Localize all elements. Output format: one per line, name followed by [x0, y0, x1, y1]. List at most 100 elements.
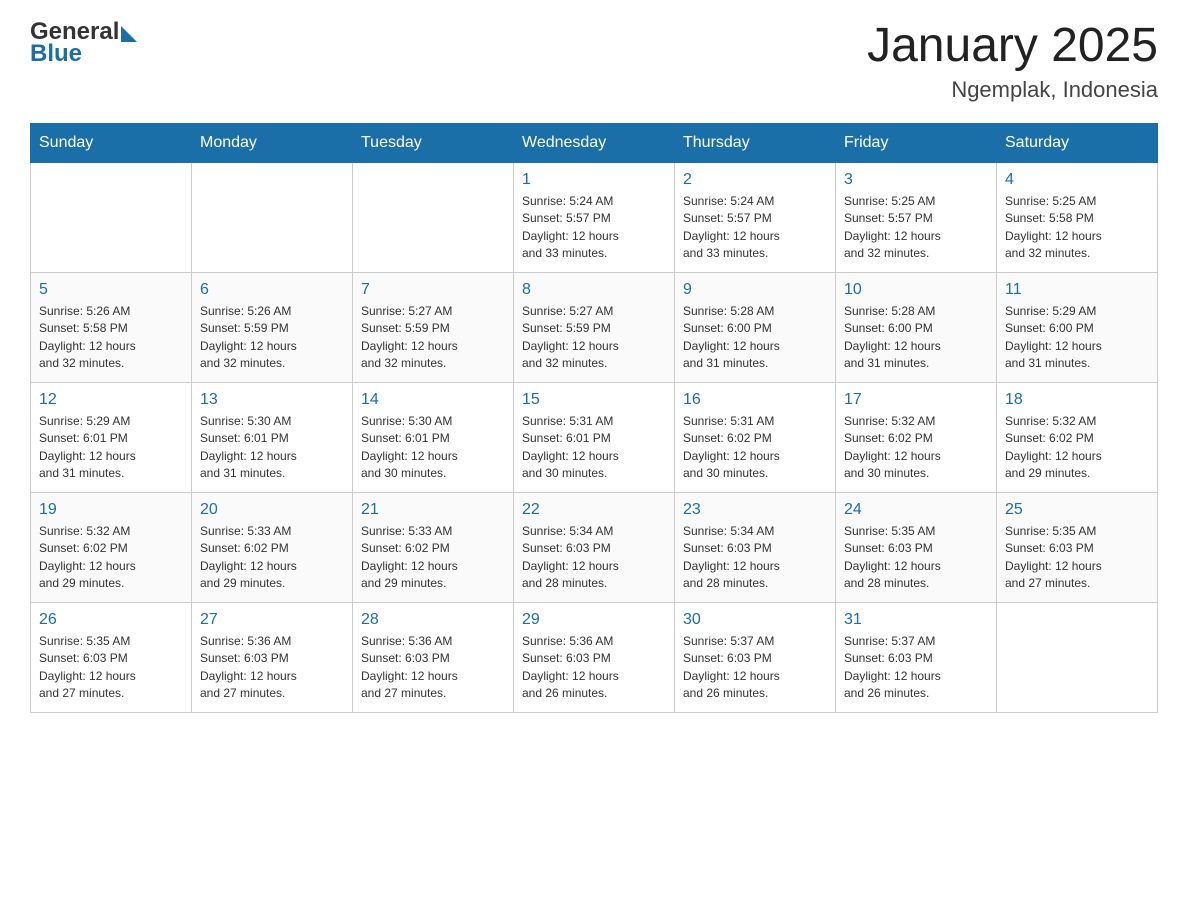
calendar-day-cell: 14 Sunrise: 5:30 AM Sunset: 6:01 PM Dayli…	[353, 382, 514, 492]
day-number: 6	[200, 281, 344, 299]
day-info: Sunrise: 5:26 AM Sunset: 5:59 PM Dayligh…	[200, 303, 344, 373]
day-number: 15	[522, 391, 666, 409]
calendar-week-row: 5 Sunrise: 5:26 AM Sunset: 5:58 PM Daylig…	[31, 272, 1158, 382]
calendar-day-cell: 18 Sunrise: 5:32 AM Sunset: 6:02 PM Dayli…	[997, 382, 1158, 492]
day-info: Sunrise: 5:35 AM Sunset: 6:03 PM Dayligh…	[1005, 523, 1149, 593]
day-number: 22	[522, 501, 666, 519]
calendar-day-cell: 1 Sunrise: 5:24 AM Sunset: 5:57 PM Daylig…	[514, 162, 675, 272]
day-number: 1	[522, 171, 666, 189]
day-info: Sunrise: 5:32 AM Sunset: 6:02 PM Dayligh…	[844, 413, 988, 483]
day-info: Sunrise: 5:25 AM Sunset: 5:58 PM Dayligh…	[1005, 193, 1149, 263]
day-of-week-header: Thursday	[675, 123, 836, 162]
calendar-week-row: 26 Sunrise: 5:35 AM Sunset: 6:03 PM Dayli…	[31, 602, 1158, 712]
calendar-day-cell: 30 Sunrise: 5:37 AM Sunset: 6:03 PM Dayli…	[675, 602, 836, 712]
day-of-week-header: Saturday	[997, 123, 1158, 162]
day-info: Sunrise: 5:32 AM Sunset: 6:02 PM Dayligh…	[1005, 413, 1149, 483]
calendar-day-cell: 4 Sunrise: 5:25 AM Sunset: 5:58 PM Daylig…	[997, 162, 1158, 272]
calendar-day-cell: 23 Sunrise: 5:34 AM Sunset: 6:03 PM Dayli…	[675, 492, 836, 602]
day-number: 21	[361, 501, 505, 519]
day-info: Sunrise: 5:30 AM Sunset: 6:01 PM Dayligh…	[200, 413, 344, 483]
day-number: 30	[683, 611, 827, 629]
calendar-day-cell: 13 Sunrise: 5:30 AM Sunset: 6:01 PM Dayli…	[192, 382, 353, 492]
calendar-day-cell	[997, 602, 1158, 712]
day-number: 5	[39, 281, 183, 299]
calendar-day-cell: 26 Sunrise: 5:35 AM Sunset: 6:03 PM Dayli…	[31, 602, 192, 712]
calendar-day-cell: 3 Sunrise: 5:25 AM Sunset: 5:57 PM Daylig…	[836, 162, 997, 272]
day-info: Sunrise: 5:32 AM Sunset: 6:02 PM Dayligh…	[39, 523, 183, 593]
header: General Blue January 2025 Ngemplak, Indo…	[30, 20, 1158, 103]
day-info: Sunrise: 5:31 AM Sunset: 6:01 PM Dayligh…	[522, 413, 666, 483]
day-info: Sunrise: 5:36 AM Sunset: 6:03 PM Dayligh…	[200, 633, 344, 703]
day-info: Sunrise: 5:27 AM Sunset: 5:59 PM Dayligh…	[361, 303, 505, 373]
day-number: 19	[39, 501, 183, 519]
day-info: Sunrise: 5:26 AM Sunset: 5:58 PM Dayligh…	[39, 303, 183, 373]
day-info: Sunrise: 5:37 AM Sunset: 6:03 PM Dayligh…	[683, 633, 827, 703]
day-info: Sunrise: 5:25 AM Sunset: 5:57 PM Dayligh…	[844, 193, 988, 263]
calendar-title: January 2025	[867, 20, 1158, 73]
calendar-subtitle: Ngemplak, Indonesia	[867, 77, 1158, 103]
calendar-day-cell: 11 Sunrise: 5:29 AM Sunset: 6:00 PM Dayli…	[997, 272, 1158, 382]
calendar-day-cell: 24 Sunrise: 5:35 AM Sunset: 6:03 PM Dayli…	[836, 492, 997, 602]
calendar-day-cell: 2 Sunrise: 5:24 AM Sunset: 5:57 PM Daylig…	[675, 162, 836, 272]
calendar-day-cell: 20Sunrise: 5:33 AM Sunset: 6:02 PM Dayli…	[192, 492, 353, 602]
calendar-day-cell: 28Sunrise: 5:36 AM Sunset: 6:03 PM Dayli…	[353, 602, 514, 712]
day-number: 7	[361, 281, 505, 299]
day-number: 11	[1005, 281, 1149, 299]
day-number: 24	[844, 501, 988, 519]
day-of-week-header: Tuesday	[353, 123, 514, 162]
calendar-table: SundayMondayTuesdayWednesdayThursdayFrid…	[30, 123, 1158, 713]
day-number: 31	[844, 611, 988, 629]
day-info: Sunrise: 5:35 AM Sunset: 6:03 PM Dayligh…	[39, 633, 183, 703]
calendar-day-cell: 16 Sunrise: 5:31 AM Sunset: 6:02 PM Dayli…	[675, 382, 836, 492]
calendar-day-cell	[192, 162, 353, 272]
calendar-day-cell: 27 Sunrise: 5:36 AM Sunset: 6:03 PM Dayli…	[192, 602, 353, 712]
day-number: 14	[361, 391, 505, 409]
calendar-day-cell: 8Sunrise: 5:27 AM Sunset: 5:59 PM Daylig…	[514, 272, 675, 382]
calendar-week-row: 19 Sunrise: 5:32 AM Sunset: 6:02 PM Dayli…	[31, 492, 1158, 602]
day-of-week-header: Monday	[192, 123, 353, 162]
day-info: Sunrise: 5:28 AM Sunset: 6:00 PM Dayligh…	[683, 303, 827, 373]
calendar-day-cell: 29Sunrise: 5:36 AM Sunset: 6:03 PM Dayli…	[514, 602, 675, 712]
calendar-day-cell	[31, 162, 192, 272]
day-number: 17	[844, 391, 988, 409]
day-info: Sunrise: 5:37 AM Sunset: 6:03 PM Dayligh…	[844, 633, 988, 703]
day-info: Sunrise: 5:36 AM Sunset: 6:03 PM Dayligh…	[361, 633, 505, 703]
calendar-day-cell: 10 Sunrise: 5:28 AM Sunset: 6:00 PM Dayli…	[836, 272, 997, 382]
day-info: Sunrise: 5:28 AM Sunset: 6:00 PM Dayligh…	[844, 303, 988, 373]
logo-blue-text: Blue	[30, 42, 137, 66]
calendar-day-cell: 5 Sunrise: 5:26 AM Sunset: 5:58 PM Daylig…	[31, 272, 192, 382]
day-info: Sunrise: 5:36 AM Sunset: 6:03 PM Dayligh…	[522, 633, 666, 703]
day-info: Sunrise: 5:35 AM Sunset: 6:03 PM Dayligh…	[844, 523, 988, 593]
day-info: Sunrise: 5:29 AM Sunset: 6:00 PM Dayligh…	[1005, 303, 1149, 373]
calendar-day-cell: 21Sunrise: 5:33 AM Sunset: 6:02 PM Dayli…	[353, 492, 514, 602]
calendar-header-row: SundayMondayTuesdayWednesdayThursdayFrid…	[31, 123, 1158, 162]
day-info: Sunrise: 5:24 AM Sunset: 5:57 PM Dayligh…	[522, 193, 666, 263]
day-number: 23	[683, 501, 827, 519]
day-number: 18	[1005, 391, 1149, 409]
day-info: Sunrise: 5:34 AM Sunset: 6:03 PM Dayligh…	[522, 523, 666, 593]
day-info: Sunrise: 5:31 AM Sunset: 6:02 PM Dayligh…	[683, 413, 827, 483]
day-number: 25	[1005, 501, 1149, 519]
day-number: 16	[683, 391, 827, 409]
day-number: 3	[844, 171, 988, 189]
day-number: 27	[200, 611, 344, 629]
title-area: January 2025 Ngemplak, Indonesia	[867, 20, 1158, 103]
day-of-week-header: Wednesday	[514, 123, 675, 162]
day-of-week-header: Sunday	[31, 123, 192, 162]
day-info: Sunrise: 5:30 AM Sunset: 6:01 PM Dayligh…	[361, 413, 505, 483]
day-info: Sunrise: 5:34 AM Sunset: 6:03 PM Dayligh…	[683, 523, 827, 593]
day-number: 2	[683, 171, 827, 189]
calendar-day-cell	[353, 162, 514, 272]
day-number: 13	[200, 391, 344, 409]
day-number: 4	[1005, 171, 1149, 189]
calendar-day-cell: 22 Sunrise: 5:34 AM Sunset: 6:03 PM Dayli…	[514, 492, 675, 602]
calendar-day-cell: 6 Sunrise: 5:26 AM Sunset: 5:59 PM Daylig…	[192, 272, 353, 382]
day-number: 12	[39, 391, 183, 409]
calendar-week-row: 12Sunrise: 5:29 AM Sunset: 6:01 PM Dayli…	[31, 382, 1158, 492]
day-number: 10	[844, 281, 988, 299]
calendar-day-cell: 9Sunrise: 5:28 AM Sunset: 6:00 PM Daylig…	[675, 272, 836, 382]
day-number: 26	[39, 611, 183, 629]
day-info: Sunrise: 5:24 AM Sunset: 5:57 PM Dayligh…	[683, 193, 827, 263]
day-info: Sunrise: 5:33 AM Sunset: 6:02 PM Dayligh…	[200, 523, 344, 593]
day-number: 8	[522, 281, 666, 299]
